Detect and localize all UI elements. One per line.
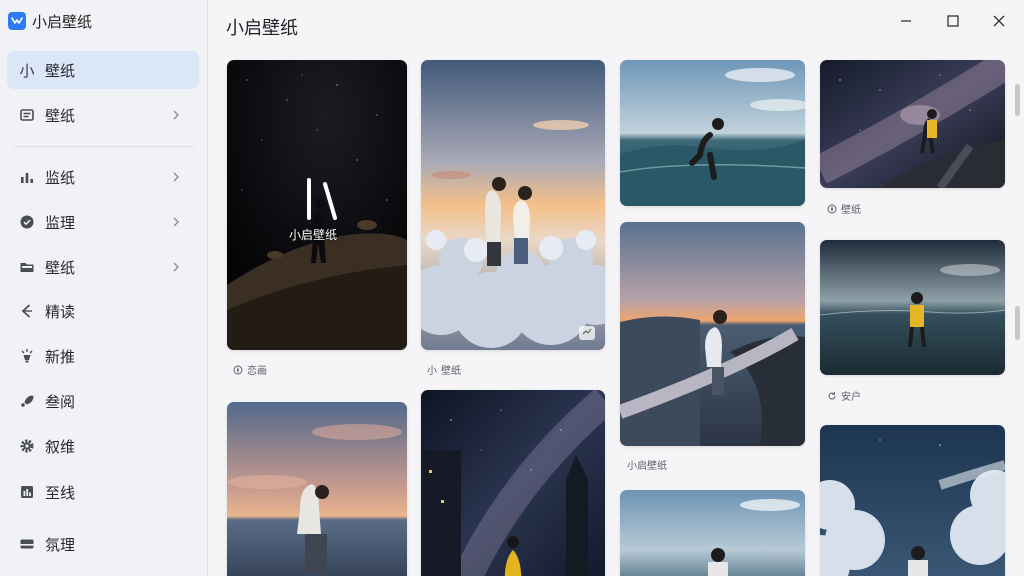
sidebar-item-label: 壁纸 — [45, 258, 76, 277]
sidebar-item-read[interactable]: 精读 — [7, 292, 199, 330]
sidebar-item-monitor[interactable]: 监纸 — [7, 158, 199, 196]
close-button[interactable] — [988, 10, 1010, 32]
scroll-thumb[interactable] — [1015, 84, 1020, 116]
sidebar-item-manage[interactable]: 监理 — [7, 203, 199, 241]
sidebar-item-label: 氛理 — [45, 535, 76, 554]
wallpaper-card-sea-girl[interactable] — [227, 402, 407, 576]
gear-icon — [18, 437, 36, 455]
bar-chart-icon — [18, 168, 36, 186]
card-icon — [18, 535, 36, 553]
wallpaper-image — [620, 60, 805, 206]
folder-icon — [18, 258, 36, 276]
stats-icon — [18, 483, 36, 501]
wallpaper-image — [421, 60, 605, 350]
sidebar-item-wallpaper-home[interactable]: 小 壁纸 — [7, 51, 199, 89]
app-window: 小启壁纸 小 壁纸 壁纸 监纸 监理 壁纸 精读 新推 叁阅 叙维 至线 氛理 … — [0, 0, 1024, 576]
brand: 小启壁纸 — [0, 0, 207, 42]
wallpaper-image — [421, 390, 605, 576]
scroll-thumb[interactable] — [1015, 306, 1020, 340]
card-caption: 小 壁纸 — [427, 362, 461, 377]
compass-icon — [233, 365, 243, 375]
wallpaper-image — [820, 425, 1005, 576]
document-icon — [18, 106, 36, 124]
rocket-icon — [18, 392, 36, 410]
sidebar-item-label: 至线 — [45, 483, 76, 502]
wallpaper-card-night-sea-boy[interactable] — [820, 240, 1005, 375]
back-arrow-icon — [18, 302, 36, 320]
card-overlay-title: 小启壁纸 — [289, 228, 338, 242]
card-caption: 壁纸 — [827, 201, 861, 216]
wallpaper-card-night-hill[interactable]: 小启壁纸 — [227, 60, 407, 350]
xiao-glyph-icon: 小 — [19, 61, 35, 80]
wallpaper-image — [820, 240, 1005, 375]
sidebar-item-explore[interactable]: 叁阅 — [7, 382, 199, 420]
page-title: 小启壁纸 — [226, 18, 298, 39]
chevron-right-icon — [171, 259, 187, 275]
card-caption: 安户 — [827, 388, 861, 403]
check-circle-icon — [18, 213, 36, 231]
scrollbar[interactable] — [1015, 84, 1020, 576]
compass-icon — [827, 204, 837, 214]
chevron-right-icon — [171, 169, 187, 185]
chevron-right-icon — [171, 107, 187, 123]
wallpaper-image — [227, 402, 407, 576]
sidebar-item-label: 壁纸 — [45, 106, 76, 125]
sidebar-item-label: 壁纸 — [45, 61, 76, 80]
sidebar-divider — [14, 146, 194, 147]
wallpaper-card-couple-clouds[interactable] — [421, 60, 605, 350]
sidebar-item-label: 叁阅 — [45, 392, 76, 411]
chevron-right-icon — [171, 214, 187, 230]
wallpaper-card-wave-boy[interactable] — [620, 60, 805, 206]
sidebar-item-card[interactable]: 氛理 — [7, 525, 199, 563]
sidebar-item-label: 监理 — [45, 213, 76, 232]
wallpaper-image — [620, 222, 805, 446]
wallpaper-image — [820, 60, 1005, 188]
wallpaper-card-road-sunset[interactable] — [620, 222, 805, 446]
wallpaper-image — [620, 490, 805, 576]
main-content: 小启壁纸 小启壁纸 恋画 小 壁纸 小启壁纸 壁纸 安户 — [208, 0, 1024, 576]
sidebar-item-settings[interactable]: 叙维 — [7, 427, 199, 465]
wallpaper-card-sea-boy[interactable] — [620, 490, 805, 576]
sidebar-item-folder[interactable]: 壁纸 — [7, 248, 199, 286]
sidebar-item-label: 精读 — [45, 302, 76, 321]
sidebar-item-label: 新推 — [45, 347, 76, 366]
app-name: 小启壁纸 — [32, 12, 93, 31]
sidebar-item-label: 监纸 — [45, 168, 76, 187]
sidebar: 小启壁纸 小 壁纸 壁纸 监纸 监理 壁纸 精读 新推 叁阅 叙维 至线 氛理 — [0, 0, 208, 576]
card-caption: 恋画 — [233, 362, 267, 377]
wallpaper-card-cloud-night[interactable] — [820, 425, 1005, 576]
wallpaper-image — [227, 60, 407, 350]
sidebar-item-label: 叙维 — [45, 437, 76, 456]
refresh-icon — [827, 391, 837, 401]
sidebar-item-stats[interactable]: 至线 — [7, 473, 199, 511]
app-logo-icon — [8, 12, 26, 30]
lamp-icon — [18, 347, 36, 365]
wallpaper-card-milky-way-city[interactable] — [421, 390, 605, 576]
wallpaper-card-galaxy-road[interactable] — [820, 60, 1005, 188]
sidebar-item-wallpaper[interactable]: 壁纸 — [7, 96, 199, 134]
minimize-button[interactable] — [895, 10, 917, 32]
sidebar-item-new[interactable]: 新推 — [7, 337, 199, 375]
maximize-button[interactable] — [942, 10, 964, 32]
xiao-glyph-icon: 小 — [427, 366, 437, 377]
card-caption: 小启壁纸 — [627, 461, 667, 472]
